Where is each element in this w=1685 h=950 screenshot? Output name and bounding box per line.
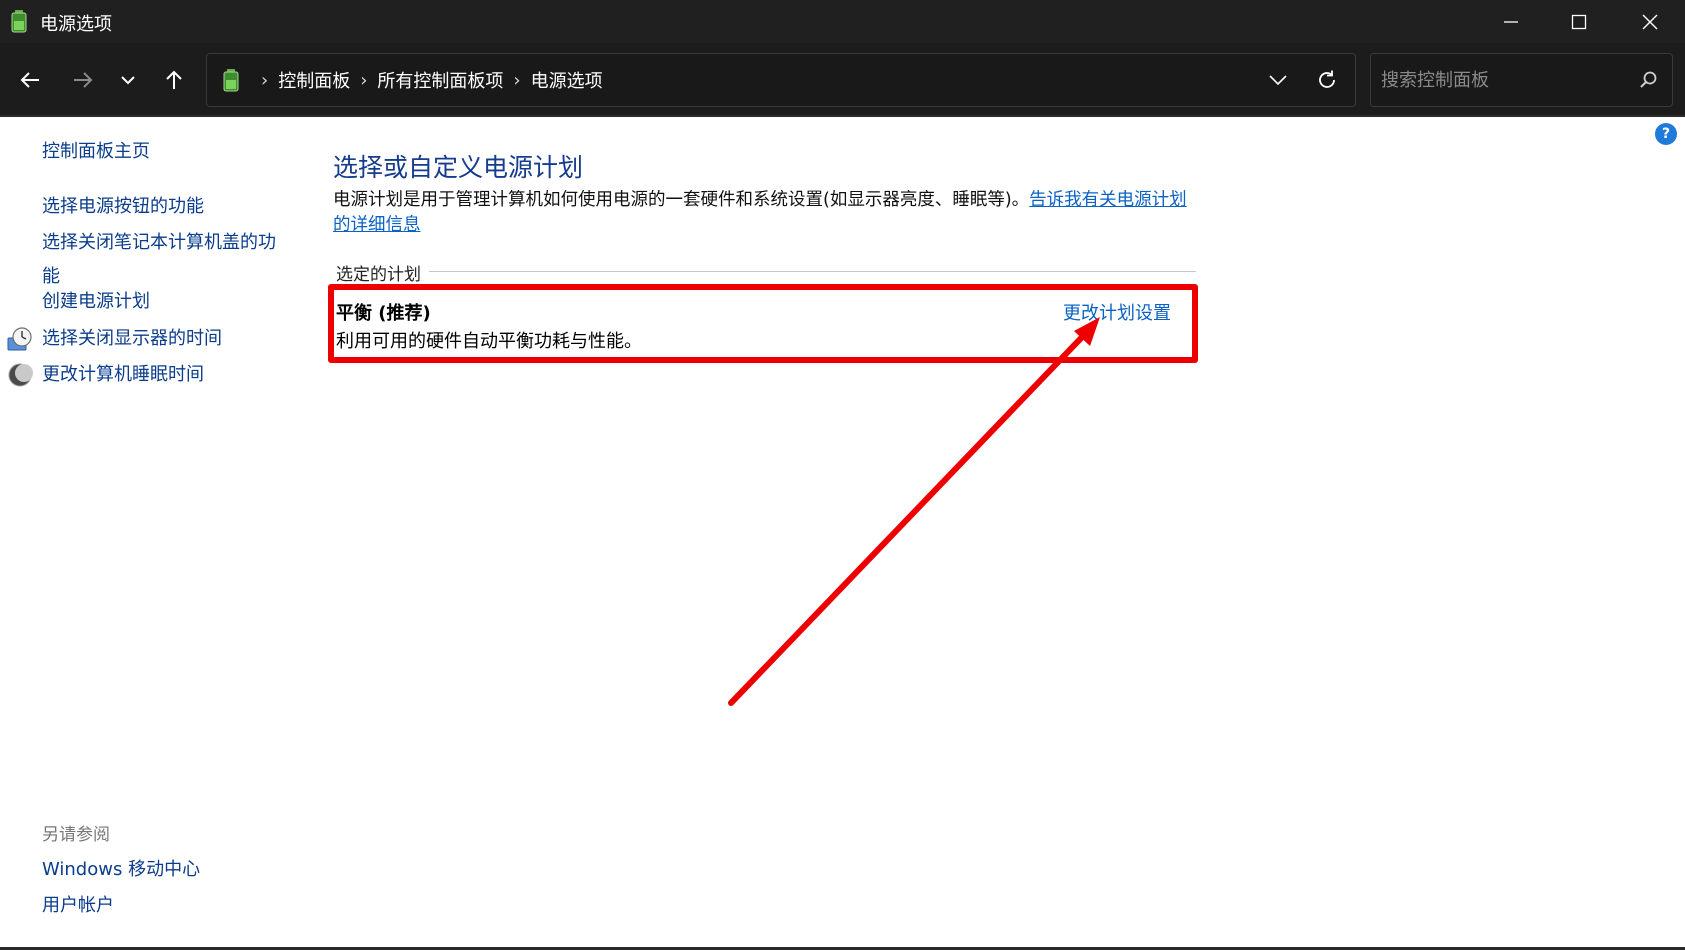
annotation-arrow [728, 317, 1100, 706]
power-options-window: 电源选项 › 控制面板 › 所有控制面板项 › 电源选项 搜索控制面板 ? 控制… [0, 0, 1685, 950]
